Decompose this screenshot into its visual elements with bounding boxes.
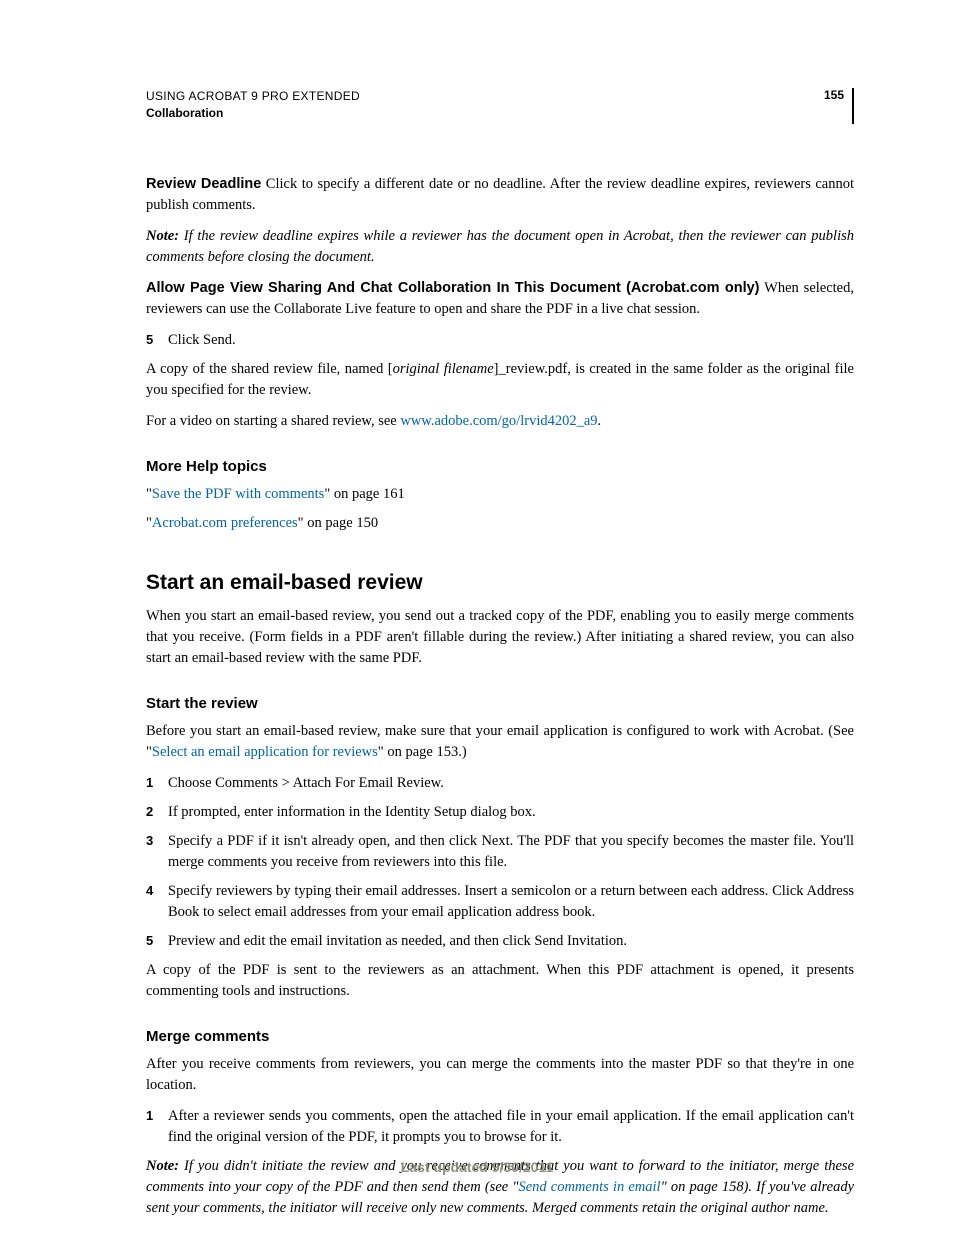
- list-item: 3 Specify a PDF if it isn't already open…: [146, 831, 854, 873]
- page-number-block: 155: [824, 88, 854, 124]
- more-help-2: "Acrobat.com preferences" on page 150: [146, 513, 854, 534]
- note-1: Note: If the review deadline expires whi…: [146, 226, 854, 268]
- list-item: 5 Preview and edit the email invitation …: [146, 931, 854, 952]
- step-num: 2: [146, 802, 156, 823]
- note-label: Note:: [146, 228, 184, 244]
- video-para: For a video on starting a shared review,…: [146, 411, 854, 432]
- more-help-heading: More Help topics: [146, 456, 854, 478]
- allow-para: Allow Page View Sharing And Chat Collabo…: [146, 278, 854, 320]
- step-text: Specify reviewers by typing their email …: [168, 881, 854, 923]
- page-header: USING ACROBAT 9 PRO EXTENDED Collaborati…: [146, 88, 854, 124]
- allow-label: Allow Page View Sharing And Chat Collabo…: [146, 280, 760, 296]
- sr-intro-b: " on page 153.): [378, 744, 467, 760]
- step-num: 1: [146, 773, 156, 794]
- step-text: If prompted, enter information in the Id…: [168, 802, 854, 823]
- more-help-1-suffix: " on page 161: [324, 486, 404, 502]
- list-item: 1 After a reviewer sends you comments, o…: [146, 1106, 854, 1148]
- doc-title: USING ACROBAT 9 PRO EXTENDED: [146, 88, 360, 105]
- more-help-1: "Save the PDF with comments" on page 161: [146, 484, 854, 505]
- copy-para: A copy of the shared review file, named …: [146, 359, 854, 401]
- more-help-2-suffix: " on page 150: [298, 515, 378, 531]
- step-num: 5: [146, 931, 156, 952]
- page-footer: Last updated 9/30/2011: [0, 1159, 954, 1175]
- sr-after: A copy of the PDF is sent to the reviewe…: [146, 960, 854, 1002]
- review-deadline-para: Review Deadline Click to specify a diffe…: [146, 174, 854, 216]
- step-num: 4: [146, 881, 156, 923]
- step-text: Choose Comments > Attach For Email Revie…: [168, 773, 854, 794]
- step-text: Specify a PDF if it isn't already open, …: [168, 831, 854, 873]
- review-deadline-label: Review Deadline: [146, 176, 261, 192]
- list-item: 4 Specify reviewers by typing their emai…: [146, 881, 854, 923]
- copy-a: A copy of the shared review file, named …: [146, 361, 393, 377]
- step-num: 1: [146, 1106, 156, 1148]
- video-b: .: [598, 413, 602, 429]
- step-5-row: 5 Click Send.: [146, 330, 854, 351]
- more-help-1-link[interactable]: Save the PDF with comments: [152, 486, 324, 502]
- copy-b: original filename: [393, 361, 494, 377]
- document-page: USING ACROBAT 9 PRO EXTENDED Collaborati…: [0, 0, 954, 1235]
- note2-link[interactable]: Send comments in email: [518, 1179, 660, 1195]
- h2-start-email: Start an email-based review: [146, 568, 854, 598]
- h3-merge: Merge comments: [146, 1026, 854, 1048]
- page-bar: [852, 88, 854, 124]
- sr-intro-link[interactable]: Select an email application for reviews: [152, 744, 378, 760]
- start-review-intro: Before you start an email-based review, …: [146, 721, 854, 763]
- page-number: 155: [824, 88, 844, 102]
- list-item: 2 If prompted, enter information in the …: [146, 802, 854, 823]
- more-help-2-link[interactable]: Acrobat.com preferences: [152, 515, 298, 531]
- step-num: 5: [146, 330, 156, 351]
- h3-start-review: Start the review: [146, 693, 854, 715]
- page-content: Review Deadline Click to specify a diffe…: [146, 174, 854, 1219]
- step-text: Preview and edit the email invitation as…: [168, 931, 854, 952]
- list-item: 1 Choose Comments > Attach For Email Rev…: [146, 773, 854, 794]
- video-a: For a video on starting a shared review,…: [146, 413, 400, 429]
- note-1-text: If the review deadline expires while a r…: [146, 228, 854, 265]
- step-num: 3: [146, 831, 156, 873]
- doc-section: Collaboration: [146, 105, 360, 122]
- step-text: Click Send.: [168, 330, 854, 351]
- video-link[interactable]: www.adobe.com/go/lrvid4202_a9: [400, 413, 597, 429]
- step-text: After a reviewer sends you comments, ope…: [168, 1106, 854, 1148]
- header-left: USING ACROBAT 9 PRO EXTENDED Collaborati…: [146, 88, 360, 122]
- start-email-intro: When you start an email-based review, yo…: [146, 606, 854, 669]
- merge-intro: After you receive comments from reviewer…: [146, 1054, 854, 1096]
